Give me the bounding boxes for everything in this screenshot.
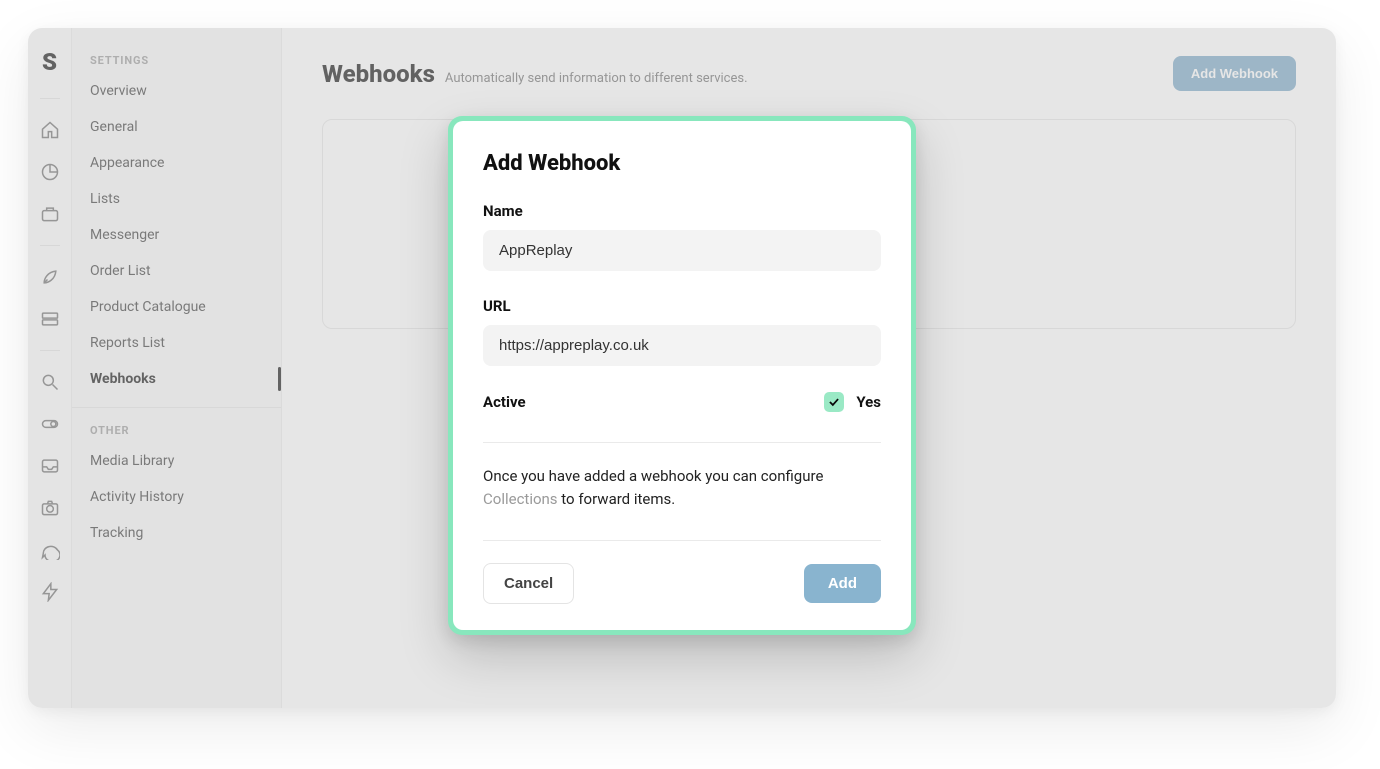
help-text-post: to forward items. bbox=[558, 490, 676, 508]
active-label: Active bbox=[483, 393, 526, 411]
modal-title: Add Webhook bbox=[483, 151, 881, 176]
collections-link[interactable]: Collections bbox=[483, 490, 558, 508]
url-input[interactable] bbox=[483, 325, 881, 366]
help-text-pre: Once you have added a webhook you can co… bbox=[483, 467, 823, 485]
modal-help-text: Once you have added a webhook you can co… bbox=[483, 465, 881, 510]
active-checkbox[interactable] bbox=[824, 392, 844, 412]
modal-divider bbox=[483, 442, 881, 443]
active-value-text: Yes bbox=[856, 393, 881, 411]
app-window: S bbox=[28, 28, 1336, 708]
check-icon bbox=[827, 395, 841, 409]
modal-divider bbox=[483, 540, 881, 541]
url-label: URL bbox=[483, 297, 881, 315]
modal: Add Webhook Name URL Active Yes bbox=[448, 116, 916, 635]
name-input[interactable] bbox=[483, 230, 881, 271]
cancel-button[interactable]: Cancel bbox=[483, 563, 574, 604]
name-label: Name bbox=[483, 202, 881, 220]
add-button[interactable]: Add bbox=[804, 564, 881, 603]
